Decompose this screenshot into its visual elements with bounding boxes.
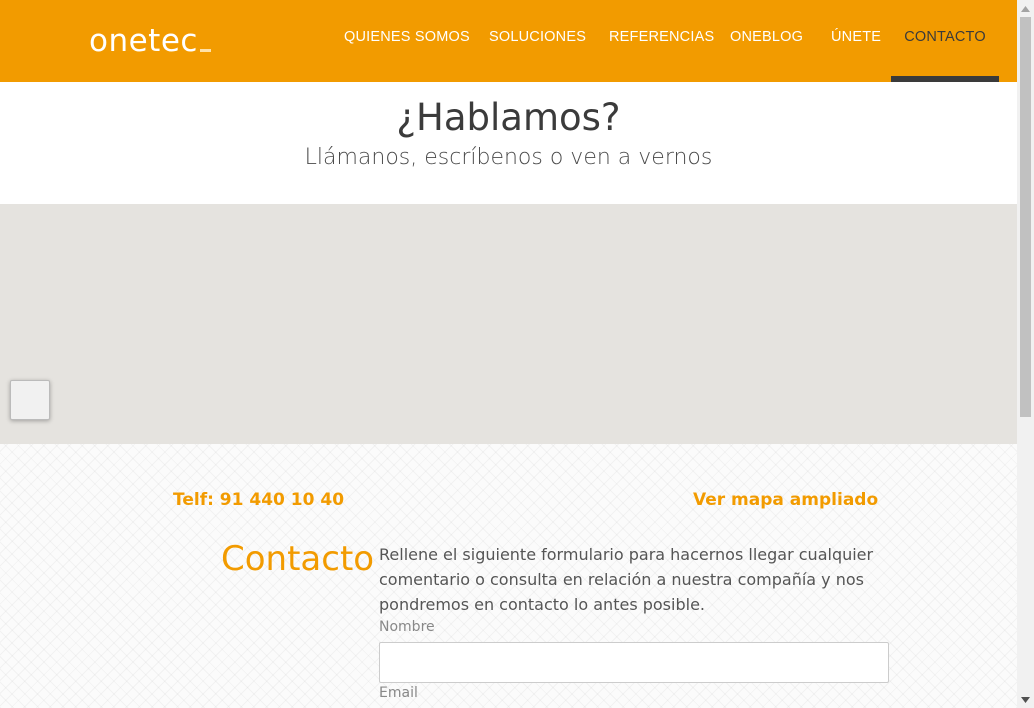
phone-number[interactable]: Telf: 91 440 10 40 — [173, 490, 344, 510]
nav-item-oneblog[interactable]: ONEBLOG — [730, 0, 803, 82]
site-header: onetec QUIENES SOMOS SOLUCIONES REFERENC… — [0, 0, 1017, 82]
scrollbar-thumb[interactable] — [1020, 17, 1031, 417]
vertical-scrollbar[interactable] — [1017, 0, 1034, 708]
scroll-down-arrow-icon[interactable] — [1017, 691, 1034, 708]
nombre-input[interactable] — [379, 642, 889, 683]
nav-item-contacto-active[interactable]: CONTACTO — [891, 0, 999, 82]
page: onetec QUIENES SOMOS SOLUCIONES REFERENC… — [0, 0, 1017, 708]
nav-item-quienes-somos[interactable]: QUIENES SOMOS — [344, 0, 470, 82]
scroll-up-arrow-icon[interactable] — [1017, 0, 1034, 17]
hero-title: ¿Hablamos? — [396, 96, 621, 139]
nav-item-unete[interactable]: ÚNETE — [831, 0, 881, 82]
nav-item-referencias[interactable]: REFERENCIAS — [609, 0, 714, 82]
main-nav: QUIENES SOMOS SOLUCIONES REFERENCIAS ONE… — [0, 0, 1017, 82]
nombre-label: Nombre — [379, 619, 435, 635]
contact-description: Rellene el siguiente formulario para hac… — [379, 545, 874, 614]
map-control-button[interactable] — [10, 380, 50, 420]
contact-section: Telf: 91 440 10 40 Ver mapa ampliado Con… — [0, 444, 1017, 708]
nav-item-soluciones[interactable]: SOLUCIONES — [489, 0, 586, 82]
contact-title: Contacto — [221, 539, 375, 579]
hero-subtitle: Llámanos, escríbenos o ven a vernos — [304, 145, 713, 170]
embedded-map[interactable] — [0, 204, 1017, 444]
email-label: Email — [379, 685, 418, 701]
hero-section: ¿Hablamos? Llámanos, escríbenos o ven a … — [0, 82, 1017, 204]
view-larger-map-link[interactable]: Ver mapa ampliado — [693, 490, 878, 510]
